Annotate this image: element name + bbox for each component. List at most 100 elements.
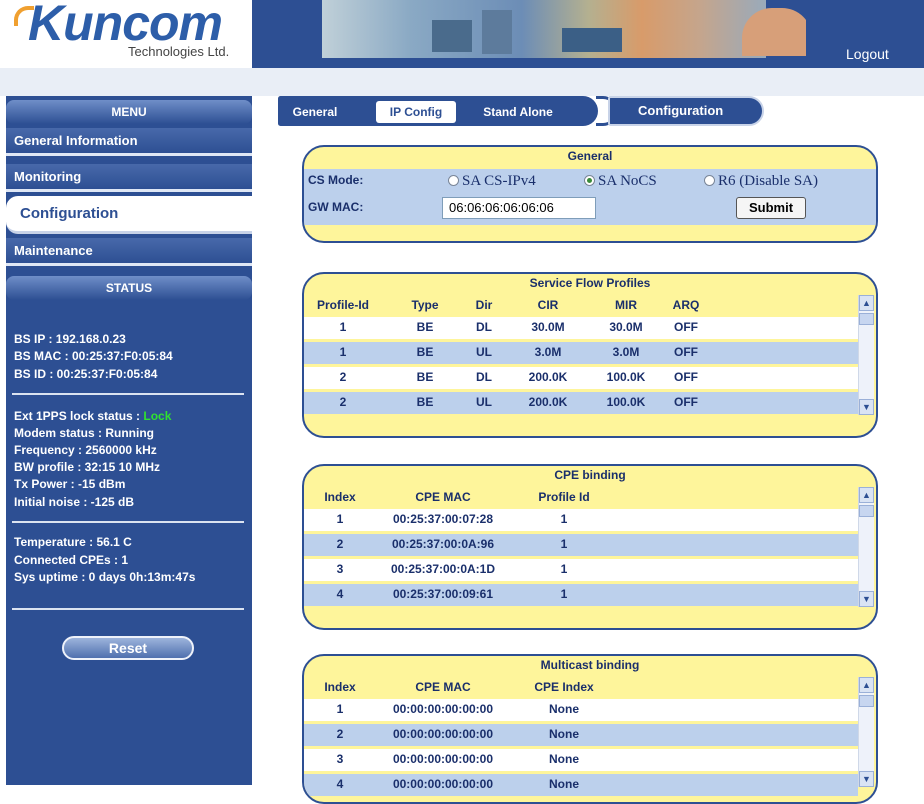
cell-index: 2 xyxy=(336,537,344,551)
cs-mode-label: CS Mode: xyxy=(308,173,364,187)
radio-sa-nocs[interactable] xyxy=(584,175,595,186)
config-tabs: General IP Config Stand Alone Configurat… xyxy=(278,96,878,130)
multicast-binding-panel: Multicast binding Index CPE MAC CPE Inde… xyxy=(302,654,878,804)
pps-status: Ext 1PPS lock status : Lock xyxy=(14,409,171,423)
cell-cpe-mac: 00:00:00:00:00:00 xyxy=(392,752,494,766)
service-flow-panel: Service Flow Profiles Profile-Id Type Di… xyxy=(302,272,878,438)
cpe-binding-header: Index CPE MAC Profile Id xyxy=(304,487,876,507)
cell-dir: UL xyxy=(476,345,492,359)
divider xyxy=(12,521,244,523)
section-label: Configuration xyxy=(638,103,724,118)
cell-cir: 200.0K xyxy=(528,370,568,384)
temperature: Temperature : 56.1 C xyxy=(14,535,132,549)
scroll-thumb[interactable] xyxy=(859,313,874,325)
service-flow-title: Service Flow Profiles xyxy=(529,276,651,290)
tab-stand-alone[interactable]: Stand Alone xyxy=(472,101,564,123)
mode-option-r6[interactable]: R6 (Disable SA) xyxy=(704,173,818,190)
cell-profile-id: 1 xyxy=(560,537,568,551)
scroll-down-icon[interactable]: ▼ xyxy=(859,399,874,415)
cell-cpe-mac: 00:25:37:00:07:28 xyxy=(392,512,494,526)
multicast-header: Index CPE MAC CPE Index xyxy=(304,677,876,697)
menu-title: MENU xyxy=(6,100,252,124)
menu-item-general-information[interactable]: General Information xyxy=(6,128,252,156)
menu-item-configuration[interactable]: Configuration xyxy=(6,196,252,234)
cell-arq: OFF xyxy=(674,320,698,334)
service-flow-header: Profile-Id Type Dir CIR MIR ARQ xyxy=(304,295,876,315)
subheader-bar xyxy=(0,68,924,96)
cell-type: BE xyxy=(416,345,434,359)
cell-type: BE xyxy=(416,320,434,334)
cell-cpe-mac: 00:25:37:00:0A:96 xyxy=(391,537,495,551)
scroll-thumb[interactable] xyxy=(859,505,874,517)
gw-mac-input[interactable]: 06:06:06:06:06:06 xyxy=(442,197,596,219)
scroll-down-icon[interactable]: ▼ xyxy=(859,591,874,607)
cpe-binding-title: CPE binding xyxy=(554,468,626,482)
tab-bar: General IP Config Stand Alone xyxy=(278,96,598,126)
header: Kuncom Technologies Ltd. Logout xyxy=(0,0,924,68)
scroll-up-icon[interactable]: ▲ xyxy=(859,295,874,311)
cell-arq: OFF xyxy=(674,395,698,409)
company-logo: Kuncom Technologies Ltd. xyxy=(6,0,252,64)
cell-index: 3 xyxy=(336,562,344,576)
cell-arq: OFF xyxy=(674,345,698,359)
radio-r6[interactable] xyxy=(704,175,715,186)
pps-label: Ext 1PPS lock status : xyxy=(14,409,144,423)
cell-profile-id: 1 xyxy=(560,562,568,576)
cell-index: 4 xyxy=(336,777,344,791)
status-title: STATUS xyxy=(6,276,252,300)
tx-power: Tx Power : -15 dBm xyxy=(14,477,126,491)
cell-cpe-index: None xyxy=(549,702,579,716)
gw-mac-row: GW MAC: 06:06:06:06:06:06 Submit xyxy=(304,195,876,225)
table-row: 3 00:00:00:00:00:00 None xyxy=(304,749,858,771)
multicast-scrollbar[interactable]: ▲ ▼ xyxy=(858,677,874,787)
cell-dir: UL xyxy=(476,395,492,409)
cell-cpe-mac: 00:00:00:00:00:00 xyxy=(392,702,494,716)
scroll-up-icon[interactable]: ▲ xyxy=(859,487,874,503)
col-cpe-mac: CPE MAC xyxy=(415,680,471,694)
col-mir: MIR xyxy=(615,298,637,312)
cell-dir: DL xyxy=(476,370,492,384)
table-row: 2 BE UL 200.0K 100.0K OFF xyxy=(304,392,858,414)
cell-cpe-mac: 00:25:37:00:0A:1D xyxy=(390,562,496,576)
tab-general[interactable]: General xyxy=(284,101,346,123)
mode-option-sa-cs-ipv4[interactable]: SA CS-IPv4 xyxy=(448,173,536,190)
table-row: 4 00:25:37:00:09:61 1 xyxy=(304,584,858,606)
tab-ip-config[interactable]: IP Config xyxy=(376,101,456,123)
multicast-binding-title: Multicast binding xyxy=(540,658,640,672)
col-dir: Dir xyxy=(475,298,493,312)
mode-option-sa-nocs[interactable]: SA NoCS xyxy=(584,173,657,190)
menu-item-monitoring[interactable]: Monitoring xyxy=(6,164,252,192)
table-row: 3 00:25:37:00:0A:1D 1 xyxy=(304,559,858,581)
logo-subtitle: Technologies Ltd. xyxy=(128,44,230,59)
col-cir: CIR xyxy=(537,298,559,312)
cell-index: 1 xyxy=(336,512,344,526)
cell-arq: OFF xyxy=(674,370,698,384)
bs-id: BS ID : 00:25:37:F0:05:84 xyxy=(14,367,158,381)
divider xyxy=(12,608,244,610)
scroll-thumb[interactable] xyxy=(859,695,874,707)
modem-status: Modem status : Running xyxy=(14,426,154,440)
col-arq: ARQ xyxy=(672,298,700,312)
cell-cir: 30.0M xyxy=(531,320,565,334)
cpe-binding-panel: CPE binding Index CPE MAC Profile Id 1 0… xyxy=(302,464,878,630)
menu-item-maintenance[interactable]: Maintenance xyxy=(6,238,252,266)
cell-cpe-index: None xyxy=(549,752,579,766)
bs-mac: BS MAC : 00:25:37:F0:05:84 xyxy=(14,349,173,363)
reset-button[interactable]: Reset xyxy=(62,636,194,660)
cell-cir: 3.0M xyxy=(534,345,562,359)
col-index: Index xyxy=(324,680,356,694)
cell-profile-id: 1 xyxy=(339,345,347,359)
scroll-up-icon[interactable]: ▲ xyxy=(859,677,874,693)
logout-link[interactable]: Logout xyxy=(846,46,889,62)
service-flow-scrollbar[interactable]: ▲ ▼ xyxy=(858,295,874,415)
gw-mac-label: GW MAC: xyxy=(308,200,364,214)
radio-sa-cs-ipv4[interactable] xyxy=(448,175,459,186)
table-row: 1 00:25:37:00:07:28 1 xyxy=(304,509,858,531)
cell-profile-id: 2 xyxy=(339,395,347,409)
submit-button[interactable]: Submit xyxy=(736,197,806,219)
cell-index: 3 xyxy=(336,752,344,766)
pps-value: Lock xyxy=(143,409,172,423)
cell-profile-id: 2 xyxy=(339,370,347,384)
cell-index: 4 xyxy=(336,587,344,601)
cpe-binding-scrollbar[interactable]: ▲ ▼ xyxy=(858,487,874,607)
